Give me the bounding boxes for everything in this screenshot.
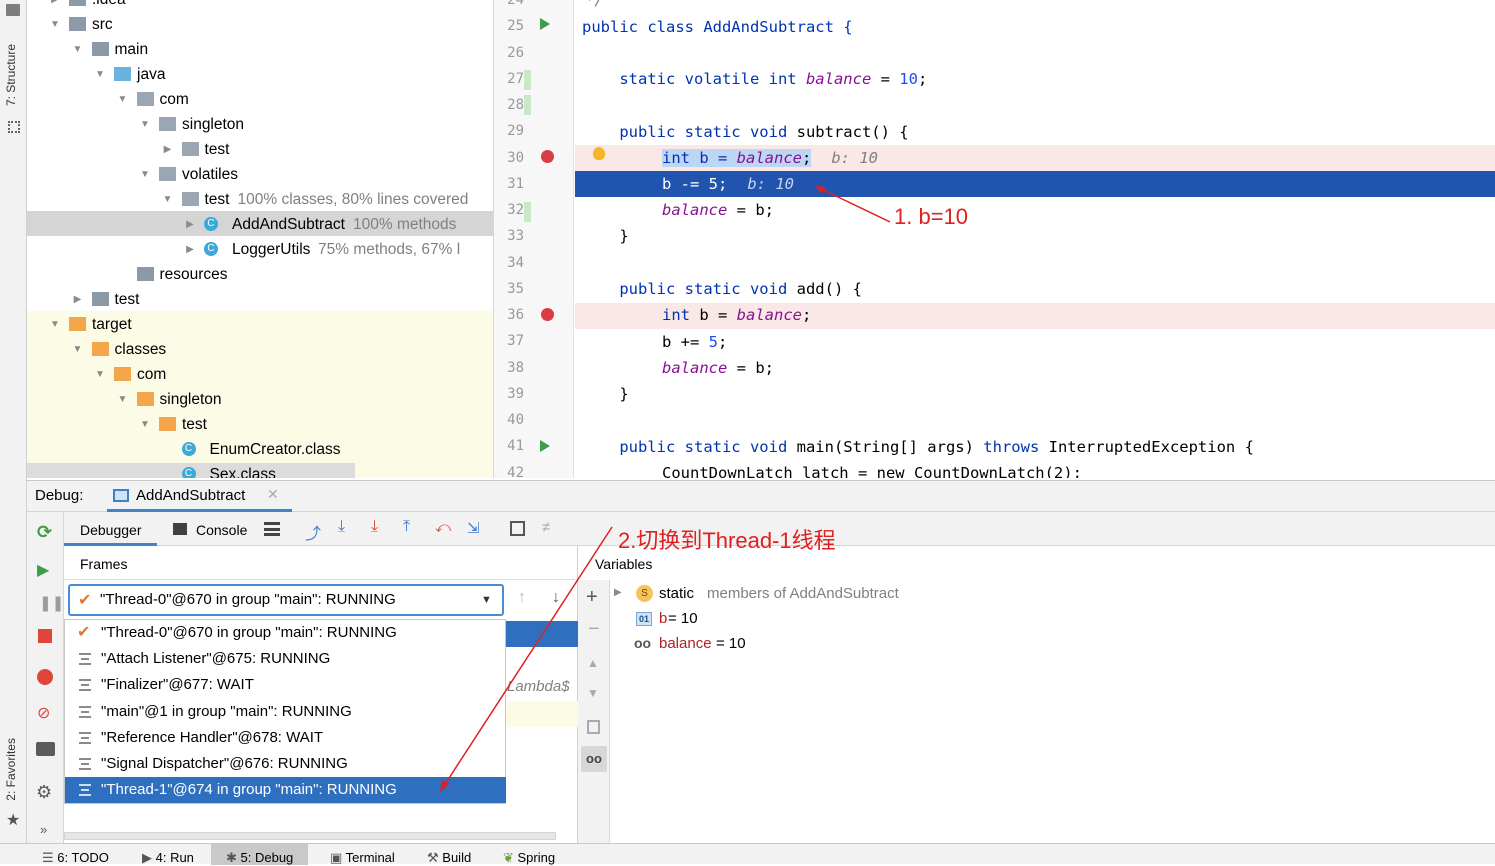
annotation-arrow-1 [814,185,891,223]
annotation-arrow-2 [439,526,613,793]
annotation-arrows [439,185,891,793]
annotation-2: 2.切换到Thread-1线程 [618,528,836,553]
annotation-1: 1. b=10 [894,204,969,229]
annotation-arrowhead-2 [440,780,449,792]
